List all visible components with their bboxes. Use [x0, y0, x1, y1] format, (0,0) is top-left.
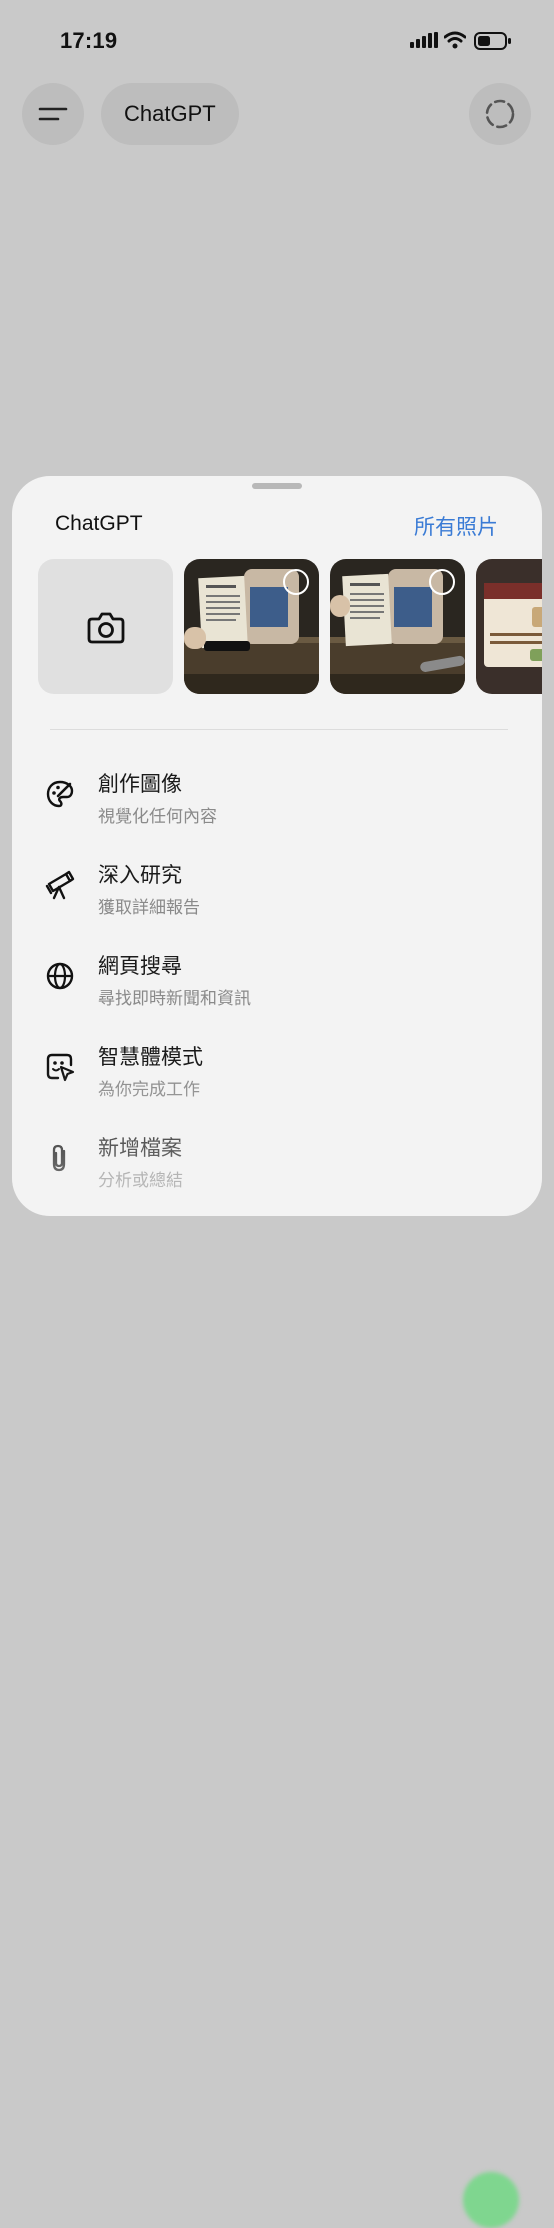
photo-image: [476, 559, 542, 694]
paperclip-icon: [52, 1144, 66, 1172]
cellular-signal-icon: [410, 32, 438, 48]
photo-thumbnail[interactable]: [330, 559, 465, 694]
menu-item-subtitle: 分析或總結: [98, 1171, 183, 1190]
voice-button-glow: [463, 2172, 519, 2228]
menu-item-deep-research[interactable]: 深入研究 獲取詳細報告: [38, 847, 518, 927]
camera-button[interactable]: [38, 559, 173, 694]
app-title: ChatGPT: [124, 101, 216, 126]
sidebar-menu-button[interactable]: [22, 83, 84, 145]
section-divider: [50, 729, 508, 730]
hamburger-menu-icon: [38, 107, 68, 121]
dashed-chat-bubble-icon: [485, 99, 515, 129]
sheet-title: ChatGPT: [55, 512, 143, 535]
menu-item-create-image[interactable]: 創作圖像 視覺化任何內容: [38, 756, 518, 836]
menu-item-subtitle: 尋找即時新聞和資訊: [98, 989, 251, 1008]
menu-item-add-file[interactable]: 新增檔案 分析或總結: [38, 1120, 518, 1200]
agent-cursor-icon: [46, 1053, 75, 1082]
wifi-icon: [444, 31, 466, 49]
sheet-drag-handle[interactable]: [252, 483, 302, 489]
photo-thumbnail[interactable]: [476, 559, 542, 694]
model-selector-button[interactable]: ChatGPT: [101, 83, 239, 145]
menu-item-label: 深入研究: [98, 864, 182, 887]
menu-item-subtitle: 獲取詳細報告: [98, 898, 200, 917]
photo-strip[interactable]: [38, 559, 542, 695]
photo-thumbnail[interactable]: [184, 559, 319, 694]
menu-item-subtitle: 視覺化任何內容: [98, 807, 217, 826]
menu-item-label: 智慧體模式: [98, 1046, 203, 1069]
menu-item-label: 新增檔案: [98, 1137, 182, 1160]
telescope-icon: [45, 870, 75, 900]
menu-item-agent-mode[interactable]: 智慧體模式 為你完成工作: [38, 1029, 518, 1109]
globe-icon: [46, 962, 74, 990]
battery-icon: [474, 32, 511, 50]
camera-icon: [87, 612, 124, 643]
menu-item-subtitle: 為你完成工作: [98, 1080, 200, 1099]
menu-item-label: 網頁搜尋: [98, 955, 182, 978]
status-time: 17:19: [60, 28, 118, 53]
palette-icon: [46, 780, 74, 808]
temporary-chat-button[interactable]: [469, 83, 531, 145]
menu-item-web-search[interactable]: 網頁搜尋 尋找即時新聞和資訊: [38, 938, 518, 1018]
status-bar: 17:19: [0, 0, 554, 80]
attachment-sheet: ChatGPT 所有照片 創作圖像 視覺化任何內容 深入研究 獲取詳細報告 網頁…: [12, 476, 542, 1216]
photo-select-circle[interactable]: [283, 569, 309, 595]
photo-select-circle[interactable]: [429, 569, 455, 595]
menu-item-label: 創作圖像: [98, 773, 182, 796]
all-photos-link[interactable]: 所有照片: [414, 511, 498, 541]
